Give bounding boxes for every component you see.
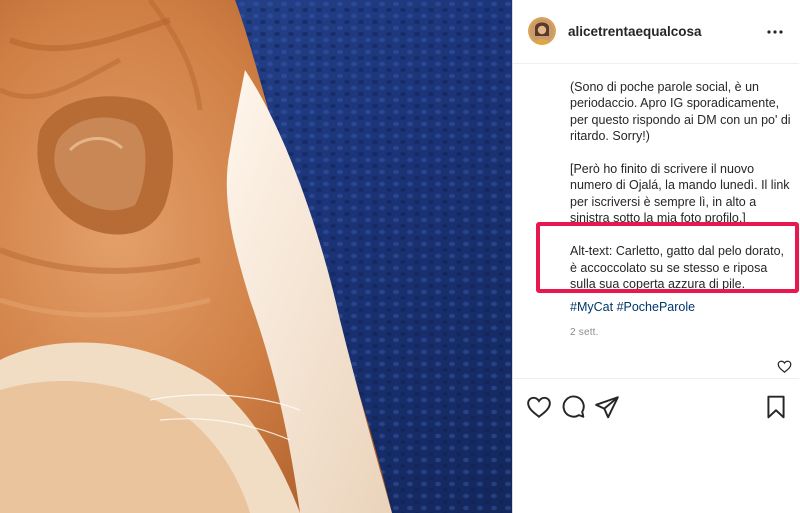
more-options-icon[interactable]: [763, 20, 787, 44]
avatar-image: [528, 17, 556, 45]
comment-icon[interactable]: [560, 394, 586, 420]
heart-icon[interactable]: [526, 394, 552, 420]
post-actions-bar: [513, 378, 799, 439]
caption-paragraph: (Sono di poche parole social, è un perio…: [570, 80, 791, 143]
post-photo[interactable]: [0, 0, 512, 513]
post-timestamp[interactable]: 2 sett.: [570, 325, 792, 341]
hashtag-link[interactable]: #MyCat: [570, 300, 613, 314]
alt-text-paragraph: Alt-text: Carletto, gatto dal pelo dorat…: [570, 244, 785, 291]
cat-photo-image: [0, 0, 512, 513]
heart-icon[interactable]: [777, 359, 792, 374]
post-header: alicetrentaequalcosa: [513, 0, 799, 64]
username[interactable]: alicetrentaequalcosa: [568, 24, 702, 39]
share-icon[interactable]: [594, 394, 620, 420]
post-side-panel: alicetrentaequalcosa (Sono di poche paro…: [512, 0, 799, 513]
avatar[interactable]: [528, 17, 556, 45]
hashtag-link[interactable]: #PocheParole: [617, 300, 696, 314]
caption-paragraph: [Però ho finito di scrivere il nuovo num…: [570, 162, 790, 226]
hashtags: #MyCat #PocheParole: [570, 299, 792, 315]
instagram-post: alicetrentaequalcosa (Sono di poche paro…: [0, 0, 800, 513]
bookmark-icon[interactable]: [763, 394, 789, 420]
post-caption: (Sono di poche parole social, è un perio…: [570, 79, 792, 341]
